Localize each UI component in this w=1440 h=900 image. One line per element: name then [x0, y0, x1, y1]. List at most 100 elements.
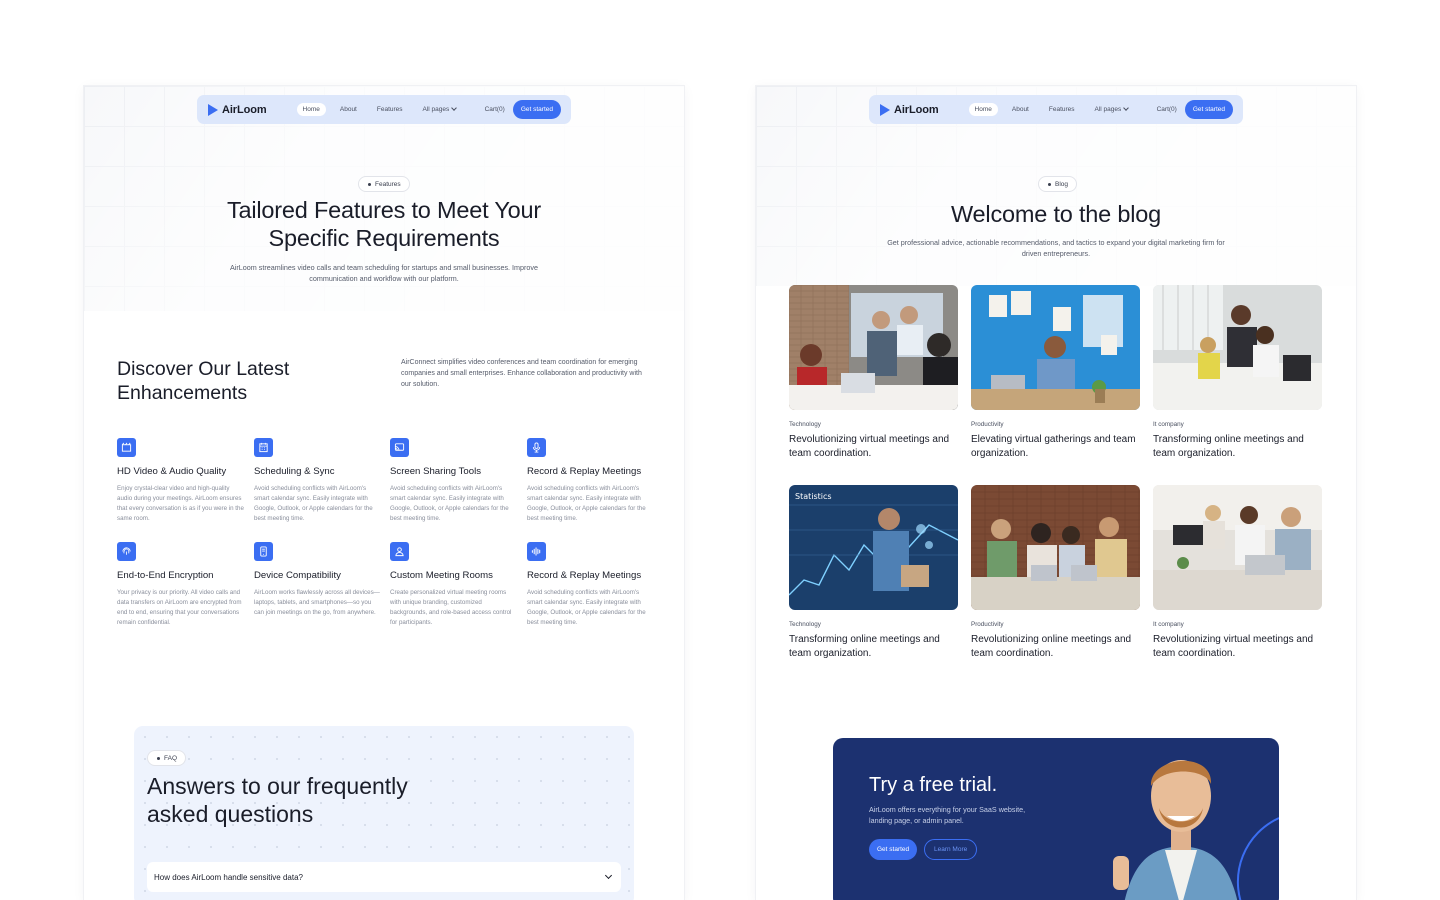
nav-links: Home About Features All pages [968, 103, 1135, 116]
navbar: AirLoom Home About Features All pages Ca… [197, 95, 571, 124]
waveform-icon [527, 542, 546, 561]
blog-category: Technology [789, 421, 821, 428]
nav-all-pages[interactable]: All pages [417, 103, 463, 116]
features-pill: Features [358, 176, 410, 192]
blog-card[interactable]: Productivity Revolutionizing online meet… [971, 485, 1141, 661]
discover-title: Discover Our Latest Enhancements [117, 358, 290, 404]
feature-desc: Avoid scheduling conflicts with AirLoom'… [390, 485, 509, 522]
nav-home[interactable]: Home [968, 103, 998, 116]
calendar-icon [254, 438, 273, 457]
nav-all-pages[interactable]: All pages [1089, 103, 1135, 116]
feature-title: Record & Replay Meetings [527, 466, 642, 477]
blog-title-text: Transforming online meetings and team or… [789, 634, 940, 659]
feature-card: Screen Sharing Tools Avoid scheduling co… [390, 438, 518, 524]
fingerprint-icon [117, 542, 136, 561]
blog-card[interactable]: It company Transforming online meetings … [1153, 285, 1323, 461]
faq-pill-label: FAQ [164, 754, 178, 762]
nav-all-pages-label: All pages [1094, 106, 1122, 113]
logo-text: AirLoom [894, 103, 939, 116]
trial-get-started-button[interactable]: Get started [869, 839, 918, 860]
nav-about[interactable]: About [334, 103, 363, 116]
feature-title: Scheduling & Sync [254, 466, 335, 477]
chevron-down-icon [604, 871, 613, 879]
feature-desc: Avoid scheduling conflicts with AirLoom'… [527, 485, 646, 522]
feature-desc: AirLoom works flawlessly across all devi… [254, 589, 380, 616]
cart-link[interactable]: Cart(0) [485, 106, 505, 113]
feature-desc: Create personalized virtual meeting room… [390, 589, 512, 626]
blog-image-statistics: Statistics [789, 485, 958, 610]
nav-features[interactable]: Features [1043, 103, 1081, 116]
blog-card[interactable]: Productivity Elevating virtual gathering… [971, 285, 1141, 461]
feature-desc: Enjoy crystal-clear video and high-quali… [117, 485, 244, 522]
feature-desc: Avoid scheduling conflicts with AirLoom'… [254, 485, 373, 522]
page-title-line1: Tailored Features to Meet Your [226, 197, 542, 223]
smiling-man-image [1113, 760, 1279, 900]
blog-title-text: Revolutionizing online meetings and team… [971, 634, 1132, 659]
statistics-overlay-text: Statistics [795, 492, 832, 501]
feature-desc: Avoid scheduling conflicts with AirLoom'… [527, 589, 646, 626]
blog-image-team-laptops [971, 485, 1140, 610]
feature-desc: Your privacy is our priority. All video … [117, 589, 242, 626]
blog-title-text: Elevating virtual gatherings and team or… [971, 434, 1136, 459]
nav-about[interactable]: About [1006, 103, 1035, 116]
page-title: Tailored Features to Meet Your Specific … [184, 196, 584, 252]
nav-all-pages-label: All pages [422, 106, 450, 113]
blog-image-meeting-room [789, 285, 958, 410]
page-title-line2: Specific Requirements [268, 225, 500, 251]
faq-title: Answers to our frequently asked question… [147, 772, 408, 828]
blog-title: Welcome to the blog [951, 201, 1161, 227]
chevron-down-icon [1123, 105, 1130, 111]
blog-image-coworkers-laptop [1153, 485, 1322, 610]
navbar: AirLoom Home About Features All pages Ca… [869, 95, 1243, 124]
feature-card: Custom Meeting Rooms Create personalized… [390, 542, 518, 628]
features-page-preview: AirLoom Home About Features All pages Ca… [84, 86, 684, 900]
faq-pill: FAQ [147, 750, 187, 766]
trial-title: Try a free trial. [869, 774, 998, 796]
blog-page-preview: AirLoom Home About Features All pages Ca… [756, 86, 1356, 900]
trial-learn-more-button[interactable]: Learn More [924, 839, 978, 860]
blog-pill-label: Blog [1055, 180, 1069, 188]
faq-question-text: How does AirLoom handle sensitive data? [154, 872, 303, 882]
logo[interactable]: AirLoom [208, 103, 267, 116]
nav-features[interactable]: Features [371, 103, 409, 116]
feature-card: Device Compatibility AirLoom works flawl… [254, 542, 382, 618]
feature-title: Record & Replay Meetings [527, 570, 642, 581]
nav-links: Home About Features All pages [296, 103, 463, 116]
feature-card: HD Video & Audio Quality Enjoy crystal-c… [117, 438, 245, 524]
dot-icon [157, 756, 160, 760]
blog-category: Technology [789, 621, 821, 628]
cart-link[interactable]: Cart(0) [1157, 106, 1177, 113]
feature-title: Device Compatibility [254, 570, 341, 581]
blog-title-text: Revolutionizing virtual meetings and tea… [789, 434, 950, 459]
logo-icon [208, 103, 218, 116]
feature-card: Record & Replay Meetings Avoid schedulin… [527, 542, 655, 628]
blog-category: It company [1153, 621, 1184, 628]
blog-card[interactable]: It company Revolutionizing virtual meeti… [1153, 485, 1323, 661]
feature-title: Custom Meeting Rooms [390, 570, 493, 581]
logo-icon [880, 103, 890, 116]
features-pill-label: Features [375, 180, 401, 188]
blog-title-text: Transforming online meetings and team or… [1153, 434, 1304, 459]
blog-image-office-team [1153, 285, 1322, 410]
page-subtitle: AirLoom streamlines video calls and team… [229, 263, 538, 283]
blog-image-whiteboard [971, 285, 1140, 410]
dot-icon [368, 182, 371, 186]
microphone-icon [527, 438, 546, 457]
logo[interactable]: AirLoom [880, 103, 939, 116]
get-started-button[interactable]: Get started [1184, 100, 1233, 119]
faq-title-line1: Answers to our frequently [147, 773, 408, 799]
blog-category: It company [1153, 421, 1184, 428]
get-started-button[interactable]: Get started [512, 100, 561, 119]
blog-card[interactable]: Technology Revolutionizing virtual meeti… [789, 285, 959, 461]
feature-card: End-to-End Encryption Your privacy is ou… [117, 542, 245, 628]
nav-home[interactable]: Home [296, 103, 326, 116]
faq-section: FAQ Answers to our frequently asked ques… [134, 726, 634, 900]
faq-question-item[interactable]: How does AirLoom handle sensitive data? [147, 862, 621, 892]
room-icon [390, 542, 409, 561]
logo-text: AirLoom [222, 103, 267, 116]
discover-description: AirConnect simplifies video conferences … [401, 359, 642, 388]
device-icon [254, 542, 273, 561]
blog-category: Productivity [971, 621, 1004, 628]
blog-card[interactable]: Statistics Technology Transforming onlin… [789, 485, 959, 661]
blog-subtitle: Get professional advice, actionable reco… [887, 238, 1225, 258]
